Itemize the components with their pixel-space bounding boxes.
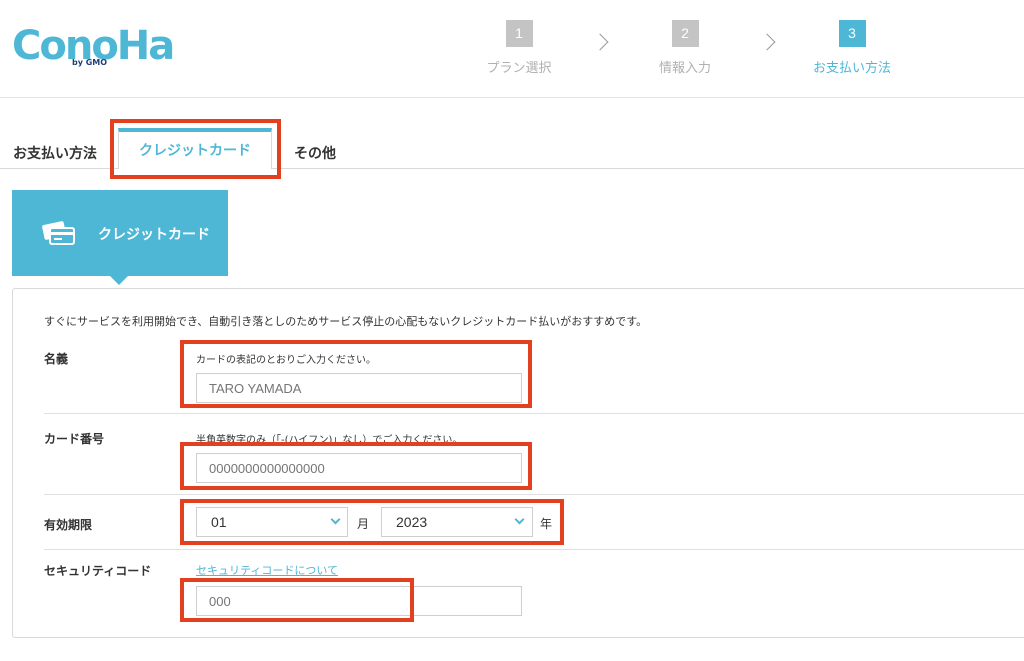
credit-card-option-label: クレジットカード bbox=[98, 227, 210, 243]
step-info: 2 情報入力 bbox=[625, 20, 745, 80]
highlight-box-security-code bbox=[180, 578, 414, 622]
name-label: 名義 bbox=[44, 352, 69, 366]
logo-sub: by GMO bbox=[72, 58, 108, 67]
security-code-help-link[interactable]: セキュリティコードについて bbox=[196, 562, 338, 578]
conoha-logo[interactable]: ConoHa by GMO bbox=[12, 22, 175, 72]
row-divider bbox=[44, 413, 1024, 414]
step-label: お支払い方法 bbox=[812, 61, 891, 76]
tab-credit-card[interactable]: クレジットカード bbox=[118, 128, 272, 169]
step-label: 情報入力 bbox=[658, 61, 711, 76]
row-divider bbox=[44, 494, 1024, 495]
row-divider bbox=[44, 549, 1024, 550]
step-plan: 1 プラン選択 bbox=[459, 20, 579, 80]
step-number: 2 bbox=[671, 20, 699, 47]
step-payment: 3 お支払い方法 bbox=[792, 20, 912, 80]
highlight-box-expiry bbox=[180, 499, 564, 545]
expiry-label: 有効期限 bbox=[44, 518, 93, 532]
form-intro: すぐにサービスを利用開始でき、自動引き落としのためサービス停止の心配もないクレジ… bbox=[44, 315, 648, 328]
step-number: 1 bbox=[505, 20, 533, 47]
card-number-label: カード番号 bbox=[44, 432, 105, 446]
highlight-box-name bbox=[180, 340, 532, 408]
chevron-right-icon bbox=[758, 33, 776, 51]
step-number: 3 bbox=[838, 20, 866, 47]
step-label: プラン選択 bbox=[486, 61, 552, 76]
tile-pointer bbox=[110, 276, 128, 285]
highlight-box-card-number bbox=[180, 442, 532, 490]
chevron-right-icon bbox=[591, 33, 609, 51]
security-code-label: セキュリティコード bbox=[44, 564, 152, 578]
credit-card-icon bbox=[42, 221, 75, 245]
payment-method-label: お支払い方法 bbox=[13, 146, 97, 162]
tab-other[interactable]: その他 bbox=[294, 143, 336, 163]
header: ConoHa by GMO 1 プラン選択 2 情報入力 3 お支払い方法 bbox=[0, 0, 1024, 98]
